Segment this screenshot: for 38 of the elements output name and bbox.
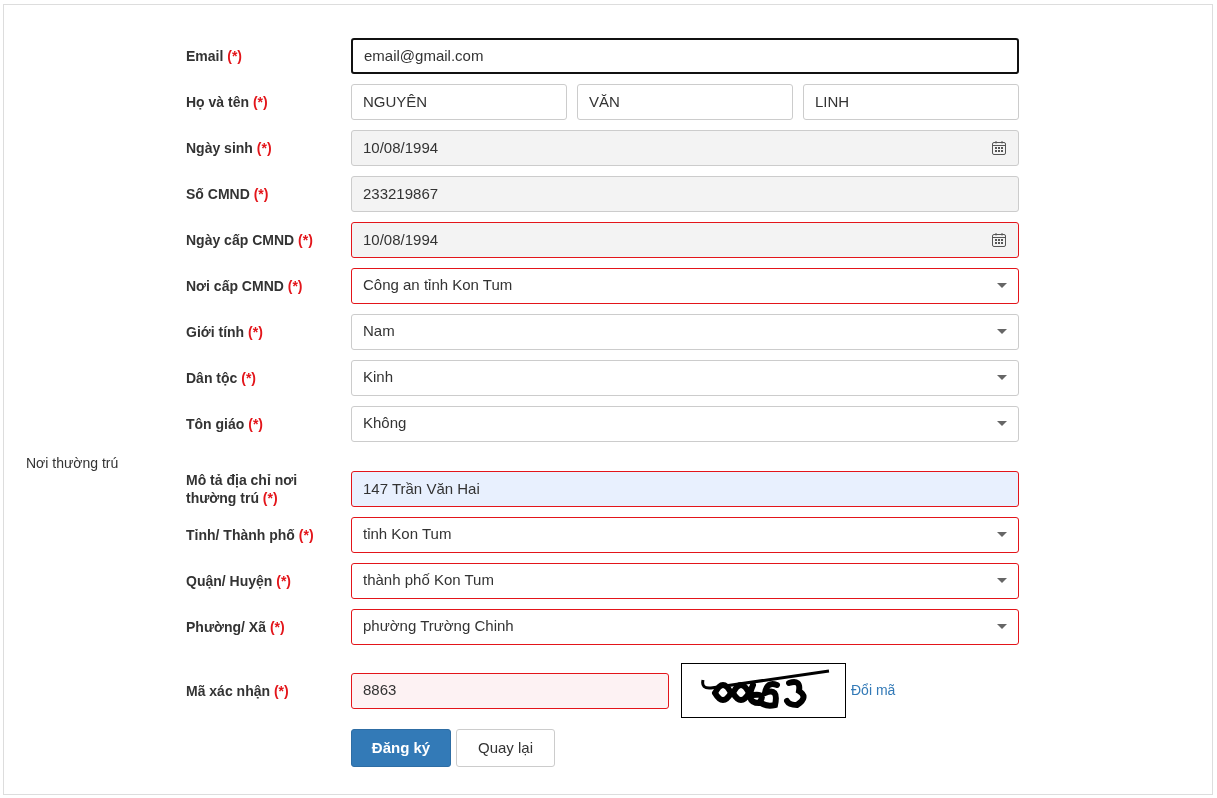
text-input[interactable]: 147 Trần Văn Hai (351, 471, 1019, 507)
field-label: Ngày sinh (*) (186, 139, 273, 157)
caret-down-icon (997, 578, 1007, 584)
caret-down-icon (997, 532, 1007, 538)
field-label: Quận/ Huyện (*) (186, 572, 292, 590)
field-label: Nơi cấp CMND (*) (186, 277, 304, 295)
field-label: Tỉnh/ Thành phố (*) (186, 526, 315, 544)
select-dropdown[interactable]: thành phố Kon Tum (351, 563, 1019, 599)
text-input[interactable]: NGUYÊN (351, 84, 567, 120)
select-dropdown[interactable]: Kinh (351, 360, 1019, 396)
back-button[interactable]: Quay lại (456, 729, 555, 767)
caret-down-icon (997, 421, 1007, 427)
text-input[interactable]: LINH (803, 84, 1019, 120)
field-label: Dân tộc (*) (186, 369, 257, 387)
register-button[interactable]: Đăng ký (351, 729, 451, 767)
field-label: Tôn giáo (*) (186, 415, 264, 433)
select-dropdown[interactable]: Công an tỉnh Kon Tum (351, 268, 1019, 304)
field-label: Ngày cấp CMND (*) (186, 231, 314, 249)
select-dropdown[interactable]: Nam (351, 314, 1019, 350)
caret-down-icon (997, 375, 1007, 381)
select-dropdown[interactable]: tỉnh Kon Tum (351, 517, 1019, 553)
field-label: Mô tả địa chỉ nơi thường trú (*) (186, 471, 299, 507)
field-label: Phường/ Xã (*) (186, 618, 286, 636)
text-input[interactable]: VĂN (577, 84, 793, 120)
caret-down-icon (997, 283, 1007, 289)
refresh-captcha-link[interactable]: Đổi mã (851, 680, 896, 701)
field-label: Mã xác nhận (*) (186, 681, 290, 700)
caret-down-icon (997, 329, 1007, 335)
captcha-input[interactable]: 8863 (351, 672, 669, 709)
text-input[interactable]: email@gmail.com (351, 38, 1019, 74)
select-dropdown[interactable]: phường Trường Chinh (351, 609, 1019, 645)
field-label: Giới tính (*) (186, 323, 264, 341)
field-label: Email (*) (186, 47, 244, 65)
field-label: Số CMND (*) (186, 185, 270, 203)
field-label: Họ và tên (*) (186, 93, 269, 111)
select-dropdown[interactable]: Không (351, 406, 1019, 442)
section-label: Nơi thường trú (26, 454, 120, 473)
caret-down-icon (997, 624, 1007, 630)
